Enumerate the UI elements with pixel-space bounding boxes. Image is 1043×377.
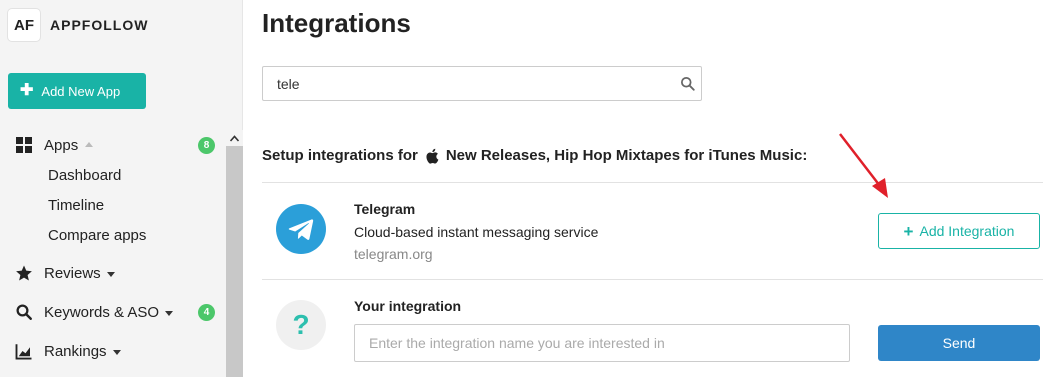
app-name: New Releases, Hip Hop Mixtapes for iTune… xyxy=(445,147,808,164)
integration-name-input[interactable] xyxy=(354,324,850,362)
search-icon[interactable] xyxy=(673,67,701,100)
brand-name: APPFOLLOW xyxy=(50,17,149,33)
sidebar-scrollbar[interactable] xyxy=(226,130,243,377)
add-integration-label: Add Integration xyxy=(919,223,1015,239)
integration-title: Telegram xyxy=(354,201,416,217)
telegram-icon xyxy=(276,204,326,254)
plus-icon: ✚ xyxy=(20,82,34,99)
caret-up-icon xyxy=(85,142,94,147)
brand[interactable]: AF APPFOLLOW xyxy=(8,8,148,42)
scrollbar-thumb[interactable] xyxy=(226,146,243,377)
sidebar-nav: Apps 8 Dashboard Timeline Compare apps R… xyxy=(0,130,226,366)
sidebar-subitem-compare-apps[interactable]: Compare apps xyxy=(0,220,226,250)
caret-down-icon xyxy=(106,271,115,277)
sidebar-item-label: Apps xyxy=(44,136,79,154)
chart-icon xyxy=(14,341,34,361)
your-integration-title: Your integration xyxy=(354,298,462,314)
search-input[interactable] xyxy=(263,67,673,100)
setup-heading: Setup integrations for New Releases, Hip… xyxy=(262,147,807,164)
add-new-app-button[interactable]: ✚ Add New App xyxy=(8,73,146,109)
search-box xyxy=(262,66,702,101)
scroll-up-arrow-icon[interactable] xyxy=(229,134,240,145)
sidebar-item-rankings[interactable]: Rankings xyxy=(0,336,226,366)
sidebar-item-label: Keywords & ASO xyxy=(44,303,160,321)
logo: AF xyxy=(8,9,40,41)
sidebar-item-label: Reviews xyxy=(44,264,101,282)
add-integration-button[interactable]: + Add Integration xyxy=(878,213,1040,249)
sidebar-item-label: Rankings xyxy=(44,342,107,360)
keywords-count-badge: 4 xyxy=(198,303,215,321)
apps-count-badge: 8 xyxy=(198,136,215,154)
red-arrow-annotation xyxy=(839,133,888,198)
integration-link[interactable]: telegram.org xyxy=(354,246,433,262)
sidebar-item-reviews[interactable]: Reviews xyxy=(0,258,226,288)
sidebar-item-apps[interactable]: Apps 8 xyxy=(0,130,226,160)
divider xyxy=(262,182,1043,183)
sidebar-subitem-dashboard[interactable]: Dashboard xyxy=(0,160,226,190)
star-icon xyxy=(14,263,34,283)
grid-icon xyxy=(14,135,34,155)
caret-down-icon xyxy=(112,349,121,355)
integration-description: Cloud-based instant messaging service xyxy=(354,224,599,240)
setup-prefix: Setup integrations for xyxy=(262,147,418,164)
question-mark-icon: ? xyxy=(276,300,326,350)
sidebar-item-keywords-aso[interactable]: Keywords & ASO 4 xyxy=(0,297,226,327)
main-content: Integrations Setup integrations for New … xyxy=(262,0,1043,377)
sidebar: AF APPFOLLOW ✚ Add New App Apps 8 Dashbo… xyxy=(0,0,243,377)
send-button[interactable]: Send xyxy=(878,325,1040,361)
caret-down-icon xyxy=(165,310,174,316)
divider xyxy=(262,279,1043,280)
apple-icon xyxy=(425,148,439,164)
sidebar-subitem-timeline[interactable]: Timeline xyxy=(0,190,226,220)
search-icon xyxy=(14,302,34,322)
add-new-app-label: Add New App xyxy=(41,83,121,99)
page-title: Integrations xyxy=(262,8,411,38)
plus-icon: + xyxy=(903,221,914,241)
